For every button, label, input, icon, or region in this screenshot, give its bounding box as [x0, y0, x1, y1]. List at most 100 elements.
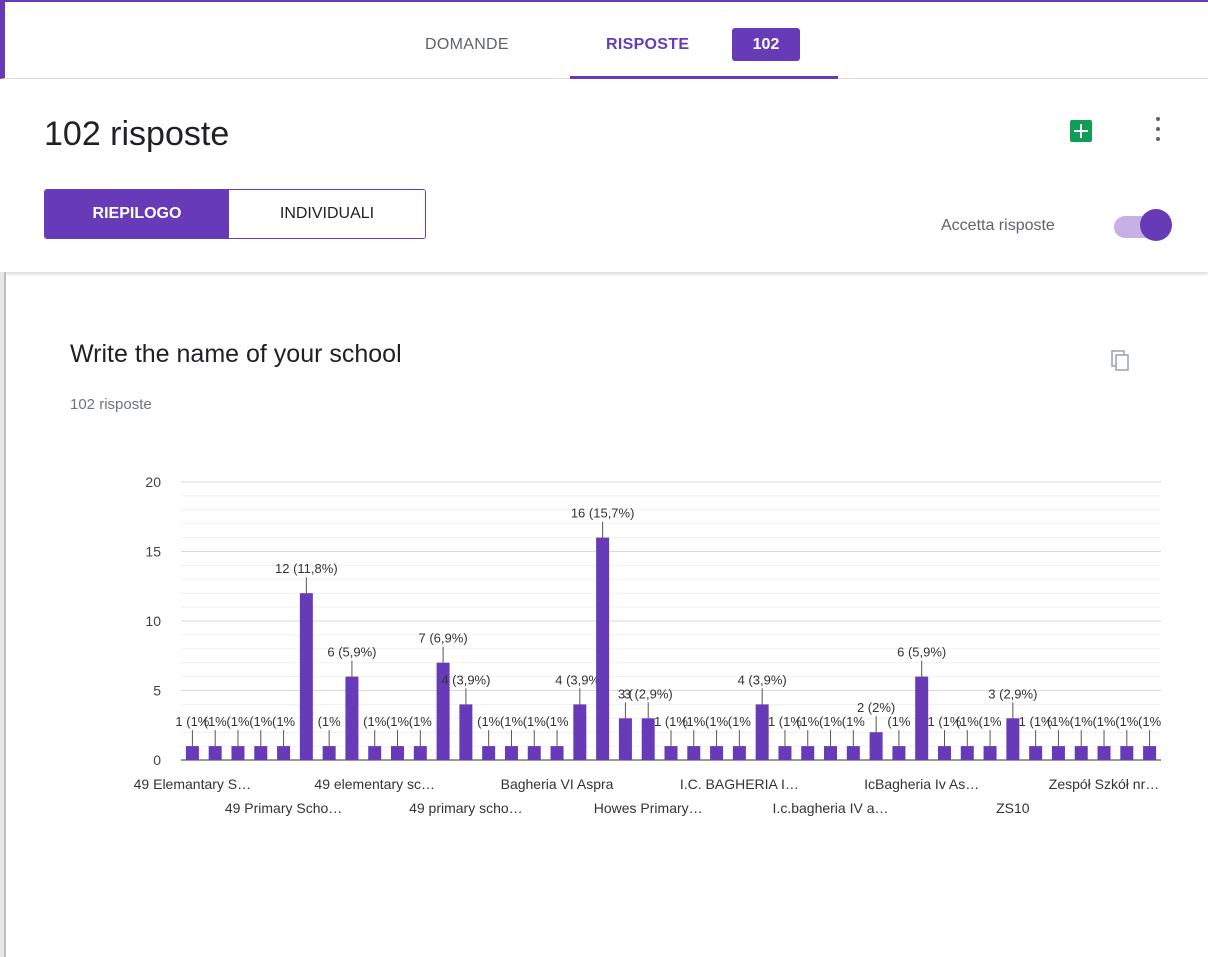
- bar: [254, 746, 268, 760]
- data-label: (1%: [1115, 714, 1139, 729]
- responses-title: 102 risposte: [44, 115, 230, 153]
- data-label: 12 (11,8%): [275, 561, 338, 576]
- y-tick-label: 0: [153, 752, 161, 768]
- question-response-count: 102 risposte: [70, 396, 152, 413]
- bar: [527, 746, 541, 760]
- data-label: (1%: [363, 714, 387, 729]
- tab-responses[interactable]: RISPOSTE: [606, 36, 689, 54]
- x-category-label: Zespół Szkół nr…: [1049, 776, 1159, 792]
- bar: [824, 746, 838, 760]
- bar: [277, 746, 291, 760]
- data-label: (1%: [318, 714, 342, 729]
- bar: [869, 732, 883, 760]
- top-tab-bar: DOMANDE RISPOSTE 102: [0, 0, 1208, 79]
- x-category-label: Bagheria VI Aspra: [501, 776, 614, 792]
- responses-bar-chart: 051015201 (1%(1% (1% (1% (1%12 (11,8%)(1%6 …: [134, 474, 1162, 816]
- data-label: (1%: [226, 714, 250, 729]
- y-tick-label: 20: [145, 474, 161, 490]
- data-label: 4 (3,9%): [738, 672, 787, 687]
- data-label: (1%: [796, 714, 820, 729]
- data-label: 6 (5,9%): [327, 645, 376, 660]
- individual-tab-button[interactable]: INDIVIDUALI: [229, 190, 425, 238]
- bar: [573, 704, 587, 760]
- bar: [1051, 746, 1065, 760]
- bar: [778, 746, 792, 760]
- data-label: (1%: [682, 714, 706, 729]
- data-label: (1%: [842, 714, 866, 729]
- bar: [231, 746, 245, 760]
- bar: [915, 676, 929, 760]
- bar: [299, 593, 313, 760]
- data-label: (1%: [1092, 714, 1116, 729]
- data-label: 4 (3,9%): [441, 672, 490, 687]
- x-category-label: 49 elementary sc…: [314, 776, 435, 792]
- bar: [413, 746, 427, 760]
- bar: [504, 746, 518, 760]
- bar: [618, 718, 632, 760]
- data-label: (1%: [477, 714, 501, 729]
- data-label: (1%: [979, 714, 1003, 729]
- data-label: 3 (2,9%): [624, 686, 673, 701]
- response-count-badge: 102: [732, 28, 800, 61]
- data-label: 6 (5,9%): [897, 645, 946, 660]
- data-label: (1%: [887, 714, 911, 729]
- x-category-label: 49 Primary Scho…: [225, 800, 342, 816]
- copy-icon[interactable]: [1106, 347, 1136, 377]
- bar: [687, 746, 701, 760]
- bar: [208, 746, 222, 760]
- bar: [391, 746, 405, 760]
- tab-questions[interactable]: DOMANDE: [425, 36, 509, 54]
- x-category-label: 49 primary scho…: [409, 800, 523, 816]
- bar: [983, 746, 997, 760]
- data-label: (1%: [1047, 714, 1071, 729]
- data-label: (1%: [545, 714, 569, 729]
- x-category-label: Howes Primary…: [594, 800, 703, 816]
- more-vert-icon[interactable]: [1150, 115, 1166, 145]
- bar: [1029, 746, 1043, 760]
- x-category-label: I.c.bagheria IV a…: [773, 800, 889, 816]
- bar: [1006, 718, 1020, 760]
- y-tick-label: 10: [145, 613, 161, 629]
- bar: [1074, 746, 1088, 760]
- bar: [801, 746, 815, 760]
- bar: [1120, 746, 1134, 760]
- responses-header-card: 102 risposte RIEPILOGO INDIVIDUALI Accet…: [0, 79, 1208, 272]
- data-label: (1%: [272, 714, 296, 729]
- bar: [960, 746, 974, 760]
- bar: [641, 718, 655, 760]
- google-sheets-icon[interactable]: [1070, 120, 1092, 142]
- data-label: (1%: [523, 714, 547, 729]
- data-label: (1%: [728, 714, 752, 729]
- bar: [345, 676, 359, 760]
- data-label: (1%: [1138, 714, 1162, 729]
- bar: [1097, 746, 1111, 760]
- data-label: (1%: [500, 714, 524, 729]
- bar: [732, 746, 746, 760]
- data-label: (1%: [204, 714, 228, 729]
- data-label: (1%: [409, 714, 433, 729]
- data-label: (1%: [956, 714, 980, 729]
- bar: [459, 704, 473, 760]
- x-category-label: ZS10: [996, 800, 1030, 816]
- accept-responses-label: Accetta risposte: [941, 217, 1055, 234]
- bar: [185, 746, 199, 760]
- bar: [596, 537, 610, 760]
- y-tick-label: 15: [145, 544, 161, 560]
- data-label: 7 (6,9%): [419, 631, 468, 646]
- data-label: (1%: [705, 714, 729, 729]
- toggle-knob[interactable]: [1140, 209, 1172, 241]
- bar: [755, 704, 769, 760]
- x-category-label: IcBagheria Iv As…: [864, 776, 979, 792]
- bar: [482, 746, 496, 760]
- data-label: 16 (15,7%): [571, 506, 635, 521]
- summary-tab-button[interactable]: RIEPILOGO: [45, 190, 229, 238]
- question-title: Write the name of your school: [70, 340, 402, 368]
- data-label: (1%: [1070, 714, 1094, 729]
- bar: [368, 746, 382, 760]
- bar: [550, 746, 564, 760]
- x-category-label: 49 Elemantary S…: [134, 776, 252, 792]
- data-label: (1%: [386, 714, 410, 729]
- data-label: 3 (2,9%): [988, 686, 1037, 701]
- view-toggle: RIEPILOGO INDIVIDUALI: [44, 189, 426, 239]
- bar: [322, 746, 336, 760]
